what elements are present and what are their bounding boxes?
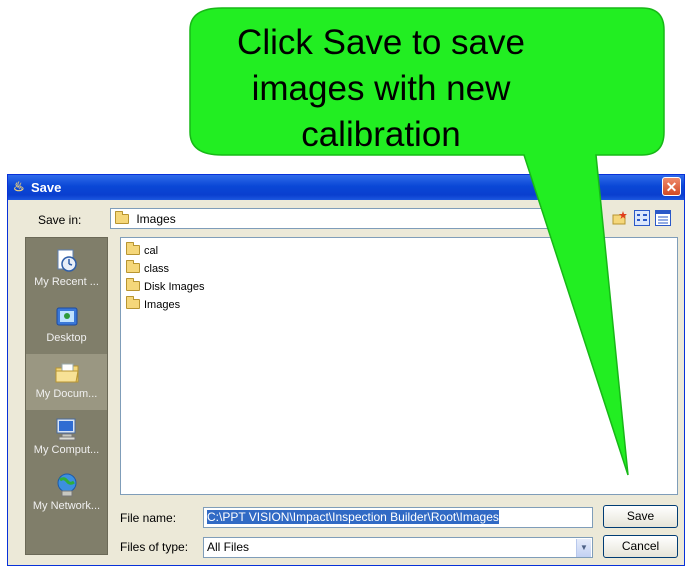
- callout-line-1: Click Save to save: [237, 23, 525, 62]
- callout-text: Click Save to save images with new calib…: [236, 20, 526, 158]
- callout-line-2: images with new: [251, 69, 511, 108]
- callout-line-3: calibration: [301, 115, 461, 154]
